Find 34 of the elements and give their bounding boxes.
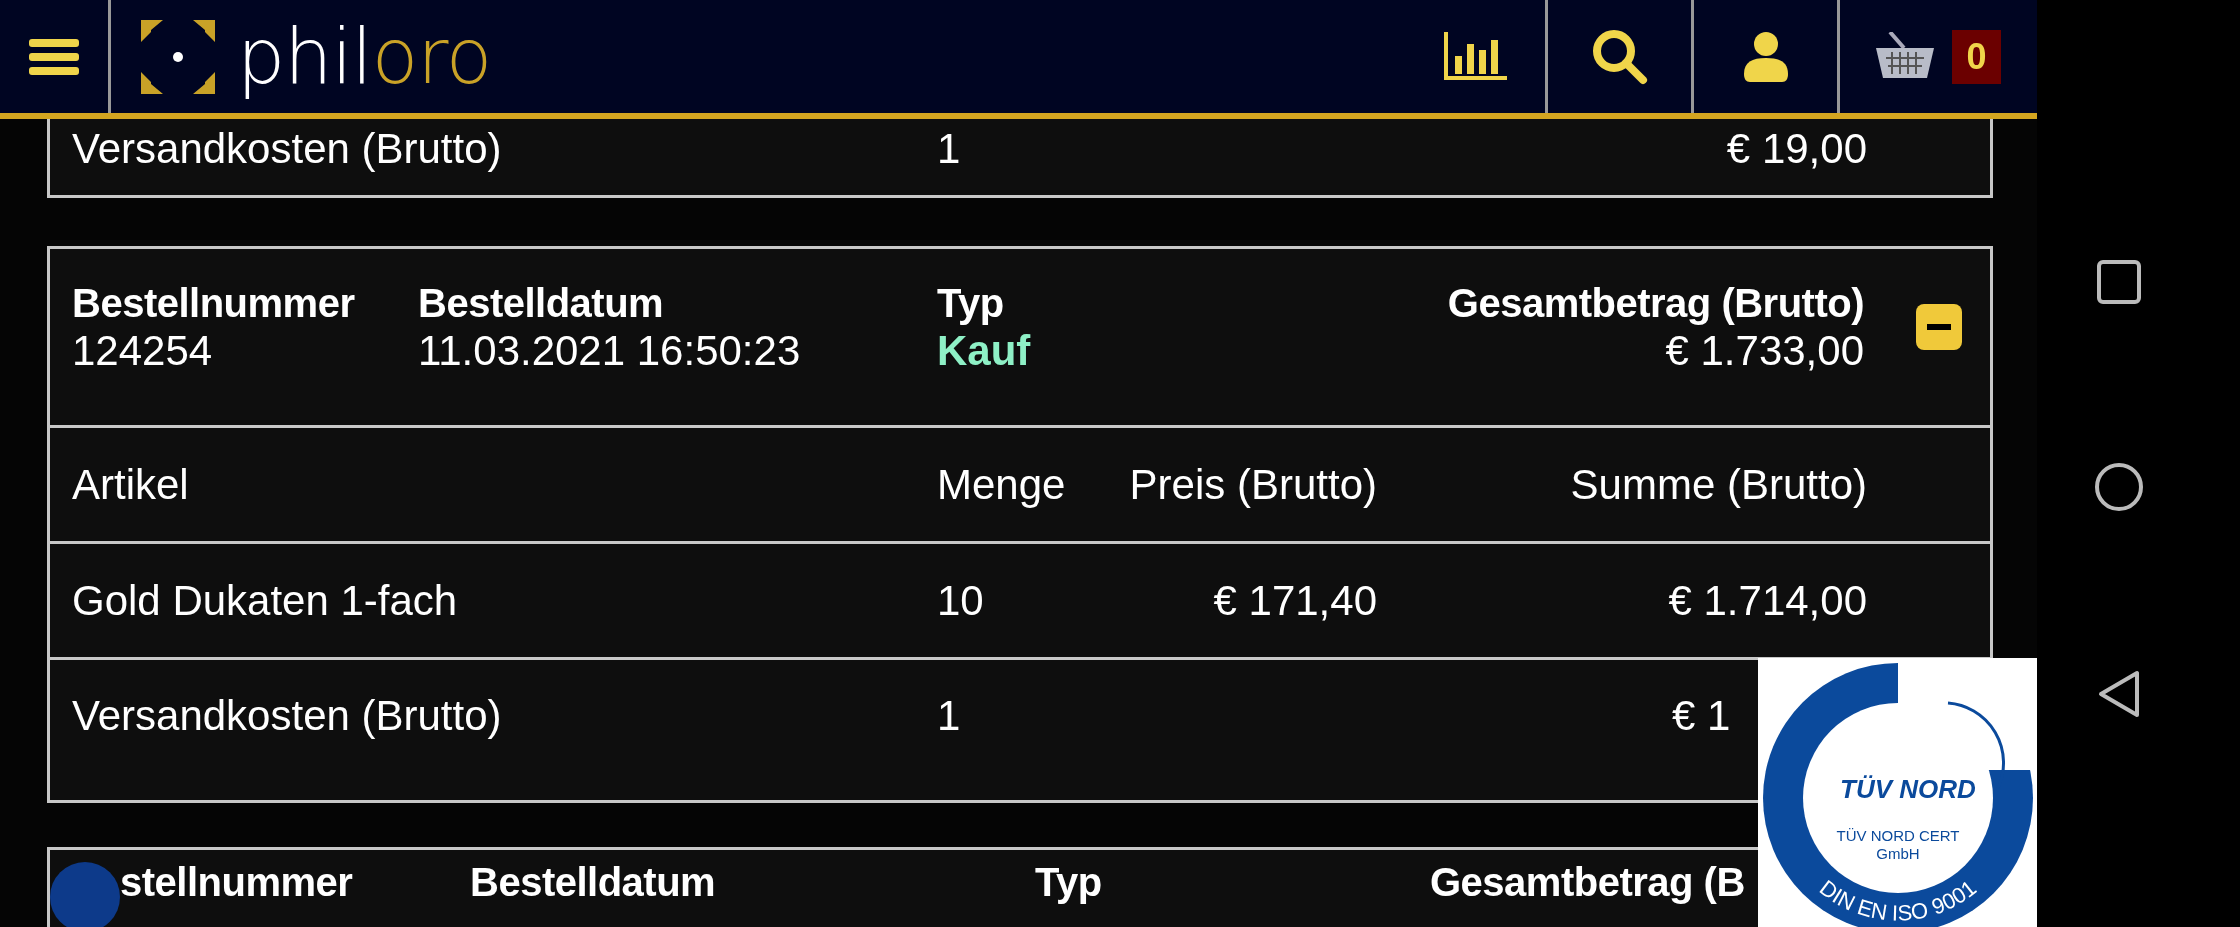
column-label: Gesamtbetrag (B xyxy=(1430,859,1745,906)
logo-icon xyxy=(141,19,215,94)
recent-apps-button[interactable] xyxy=(2095,258,2142,305)
order-total: € 1.733,00 xyxy=(1665,327,1864,375)
column-header: Preis (Brutto) xyxy=(1128,460,1377,509)
quantity-cell-text: 10 xyxy=(937,576,985,625)
column-header: Menge xyxy=(937,460,1067,509)
article-cell-text: Versandkosten (Brutto) xyxy=(72,692,503,740)
column-header: Summe (Brutto) xyxy=(1569,460,1867,509)
column-label: Gesamtbetrag (Brutto) xyxy=(1447,280,1864,327)
home-button[interactable] xyxy=(2093,461,2144,512)
column-label: Bestelldatum xyxy=(470,859,716,906)
column-label: Bestellnummer xyxy=(72,280,356,327)
total-cell-text: € 19,00 xyxy=(1725,125,1867,173)
quantity-cell-text: 1 xyxy=(937,692,962,740)
order-date: 11.03.2021 16:50:23 xyxy=(418,327,802,375)
menu-icon[interactable] xyxy=(29,36,79,77)
collapse-button[interactable] xyxy=(1916,304,1962,350)
article-cell-text: Gold Dukaten 1-fach xyxy=(72,576,459,625)
price-cell-text: € 171,40 xyxy=(1212,576,1377,625)
column-label: stellnummer xyxy=(120,859,353,906)
article-cell-text: Versandkosten (Brutto) xyxy=(72,125,503,173)
column-label: Typ xyxy=(937,280,1005,327)
back-button[interactable] xyxy=(2096,668,2141,719)
total-cell: € 1.714,00 xyxy=(1668,576,1867,625)
column-label: Bestelldatum xyxy=(418,280,665,327)
order-type: Kauf xyxy=(937,327,1032,375)
column-header: Artikel xyxy=(72,460,190,509)
cart-count: 0 xyxy=(1952,29,2001,84)
order-number: 124254 xyxy=(72,327,214,375)
total-cell-text: € 1 xyxy=(1672,692,1732,740)
logo-wordmark[interactable]: philoro xyxy=(237,12,492,101)
column-label: Typ xyxy=(1035,859,1102,906)
quantity-cell-text: 1 xyxy=(937,125,962,173)
